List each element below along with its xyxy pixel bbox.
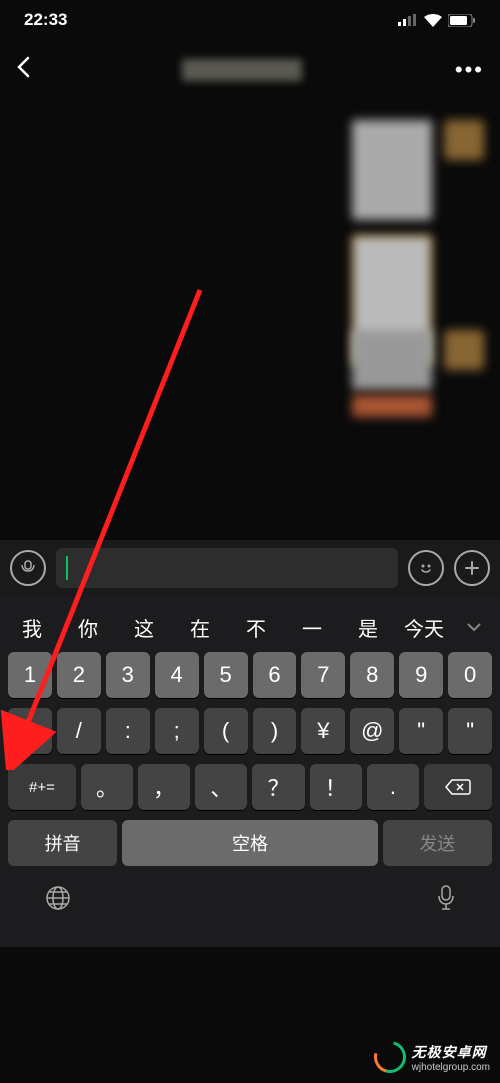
key-quote-open[interactable]: " bbox=[399, 708, 443, 754]
key-question-cn[interactable]: ？ bbox=[252, 764, 304, 810]
suggestion-item[interactable]: 是 bbox=[340, 613, 396, 642]
nav-bar: ••• bbox=[0, 40, 500, 100]
key-send[interactable]: 发送 bbox=[383, 820, 492, 866]
chat-messages-area[interactable] bbox=[0, 100, 500, 540]
key-pinyin-mode[interactable]: 拼音 bbox=[8, 820, 117, 866]
emoji-button[interactable] bbox=[408, 550, 444, 586]
key-row-numbers: 1 2 3 4 5 6 7 8 9 0 bbox=[4, 652, 496, 698]
key-backspace[interactable] bbox=[424, 764, 492, 810]
message-input-row bbox=[0, 540, 500, 596]
status-time: 22:33 bbox=[24, 10, 67, 30]
back-button[interactable] bbox=[16, 56, 30, 85]
suggestion-item[interactable]: 在 bbox=[172, 613, 228, 642]
wifi-icon bbox=[424, 14, 442, 27]
avatar-blurred bbox=[444, 330, 484, 370]
key-paren-close[interactable]: ) bbox=[253, 708, 297, 754]
key-row-symbols: - / : ; ( ) ¥ @ " " bbox=[4, 708, 496, 754]
suggestion-item[interactable]: 今天 bbox=[396, 613, 452, 642]
keyboard: 我 你 这 在 不 一 是 今天 1 2 3 4 5 6 7 8 9 0 - /… bbox=[0, 596, 500, 947]
key-period[interactable]: . bbox=[367, 764, 419, 810]
watermark-text: 无极安卓网 wjhotelgroup.com bbox=[412, 1042, 490, 1073]
key-colon[interactable]: : bbox=[106, 708, 150, 754]
key-dash[interactable]: - bbox=[8, 708, 52, 754]
key-9[interactable]: 9 bbox=[399, 652, 443, 698]
chat-title-blurred bbox=[182, 59, 302, 81]
message-blurred bbox=[352, 120, 432, 220]
suggestions-collapse-icon[interactable] bbox=[452, 622, 496, 632]
key-paren-open[interactable]: ( bbox=[204, 708, 248, 754]
key-row-punct: #+= 。 ， 、 ？ ！ . bbox=[4, 764, 496, 810]
key-5[interactable]: 5 bbox=[204, 652, 248, 698]
key-more-symbols[interactable]: #+= bbox=[8, 764, 76, 810]
key-semicolon[interactable]: ; bbox=[155, 708, 199, 754]
suggestion-item[interactable]: 我 bbox=[4, 613, 60, 642]
suggestion-row: 我 你 这 在 不 一 是 今天 bbox=[4, 602, 496, 652]
key-0[interactable]: 0 bbox=[448, 652, 492, 698]
signal-icon bbox=[398, 14, 418, 26]
attachment-plus-button[interactable] bbox=[454, 550, 490, 586]
microphone-icon[interactable] bbox=[436, 884, 456, 917]
message-text-input[interactable] bbox=[56, 548, 398, 588]
key-slash[interactable]: / bbox=[57, 708, 101, 754]
voice-input-button[interactable] bbox=[10, 550, 46, 586]
key-8[interactable]: 8 bbox=[350, 652, 394, 698]
key-space[interactable]: 空格 bbox=[122, 820, 377, 866]
status-icons bbox=[398, 14, 476, 27]
battery-icon bbox=[448, 14, 476, 27]
key-yen[interactable]: ¥ bbox=[301, 708, 345, 754]
suggestion-item[interactable]: 不 bbox=[228, 613, 284, 642]
key-comma-cn[interactable]: ， bbox=[138, 764, 190, 810]
watermark: 无极安卓网 wjhotelgroup.com bbox=[374, 1041, 490, 1073]
key-at[interactable]: @ bbox=[350, 708, 394, 754]
watermark-logo-icon bbox=[368, 1035, 412, 1079]
message-blurred bbox=[352, 395, 432, 417]
key-1[interactable]: 1 bbox=[8, 652, 52, 698]
key-row-bottom: 拼音 空格 发送 bbox=[4, 820, 496, 866]
key-enum-comma[interactable]: 、 bbox=[195, 764, 247, 810]
key-6[interactable]: 6 bbox=[253, 652, 297, 698]
status-bar: 22:33 bbox=[0, 0, 500, 40]
key-quote-close[interactable]: " bbox=[448, 708, 492, 754]
key-2[interactable]: 2 bbox=[57, 652, 101, 698]
key-4[interactable]: 4 bbox=[155, 652, 199, 698]
globe-icon[interactable] bbox=[44, 884, 72, 917]
key-3[interactable]: 3 bbox=[106, 652, 150, 698]
text-cursor bbox=[66, 556, 68, 580]
key-exclaim-cn[interactable]: ！ bbox=[310, 764, 362, 810]
key-period-cn[interactable]: 。 bbox=[81, 764, 133, 810]
suggestion-item[interactable]: 一 bbox=[284, 613, 340, 642]
suggestion-item[interactable]: 你 bbox=[60, 613, 116, 642]
avatar-blurred bbox=[444, 120, 484, 160]
suggestion-item[interactable]: 这 bbox=[116, 613, 172, 642]
keyboard-footer bbox=[4, 874, 496, 937]
key-7[interactable]: 7 bbox=[301, 652, 345, 698]
message-blurred bbox=[352, 330, 432, 390]
more-menu-button[interactable]: ••• bbox=[455, 57, 484, 83]
